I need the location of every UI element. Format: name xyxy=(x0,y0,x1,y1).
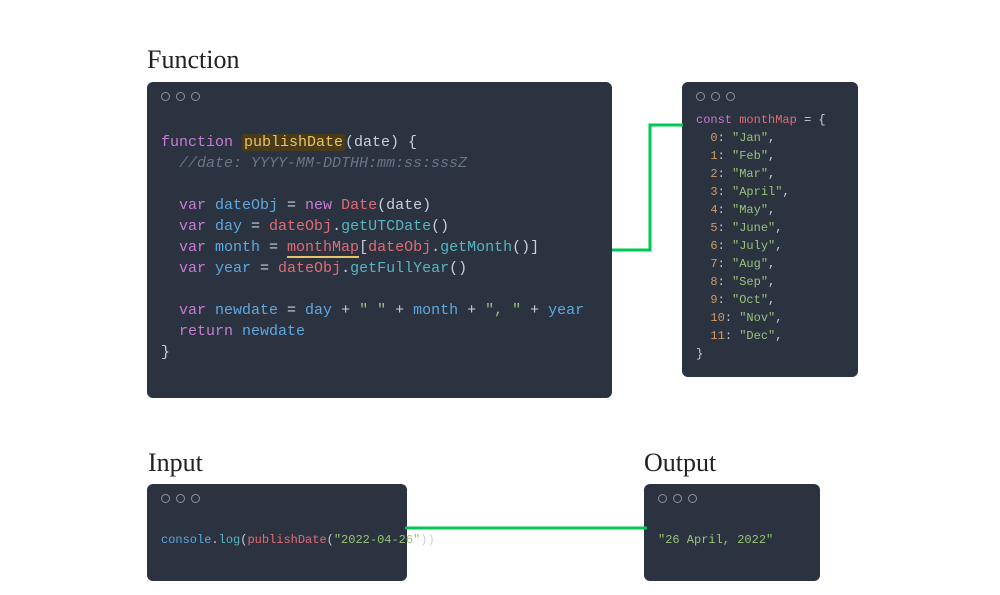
traffic-dot xyxy=(726,92,735,101)
traffic-dot xyxy=(658,494,667,503)
traffic-dot xyxy=(688,494,697,503)
traffic-dot xyxy=(711,92,720,101)
heading-input: Input xyxy=(148,448,203,478)
traffic-dot xyxy=(161,494,170,503)
window-traffic-lights xyxy=(658,494,806,503)
connector-input-to-output xyxy=(405,523,647,533)
traffic-dot xyxy=(191,494,200,503)
function-code-window: function publishDate(date) { //date: YYY… xyxy=(147,82,612,398)
traffic-dot xyxy=(673,494,682,503)
window-traffic-lights xyxy=(161,494,393,503)
function-code: function publishDate(date) { //date: YYY… xyxy=(161,111,598,384)
window-traffic-lights xyxy=(161,92,598,101)
traffic-dot xyxy=(176,494,185,503)
traffic-dot xyxy=(176,92,185,101)
window-traffic-lights xyxy=(696,92,844,101)
input-code: console.log(publishDate("2022-04-26")) xyxy=(161,513,393,567)
output-code: "26 April, 2022" xyxy=(658,513,806,567)
connector-function-to-monthmap xyxy=(610,120,685,255)
output-code-window: "26 April, 2022" xyxy=(644,484,820,581)
monthmap-code: const monthMap = { 0: "Jan", 1: "Feb", 2… xyxy=(696,111,844,363)
input-code-window: console.log(publishDate("2022-04-26")) xyxy=(147,484,407,581)
monthmap-code-window: const monthMap = { 0: "Jan", 1: "Feb", 2… xyxy=(682,82,858,377)
traffic-dot xyxy=(696,92,705,101)
heading-function: Function xyxy=(147,45,239,75)
traffic-dot xyxy=(191,92,200,101)
traffic-dot xyxy=(161,92,170,101)
heading-output: Output xyxy=(644,448,716,478)
